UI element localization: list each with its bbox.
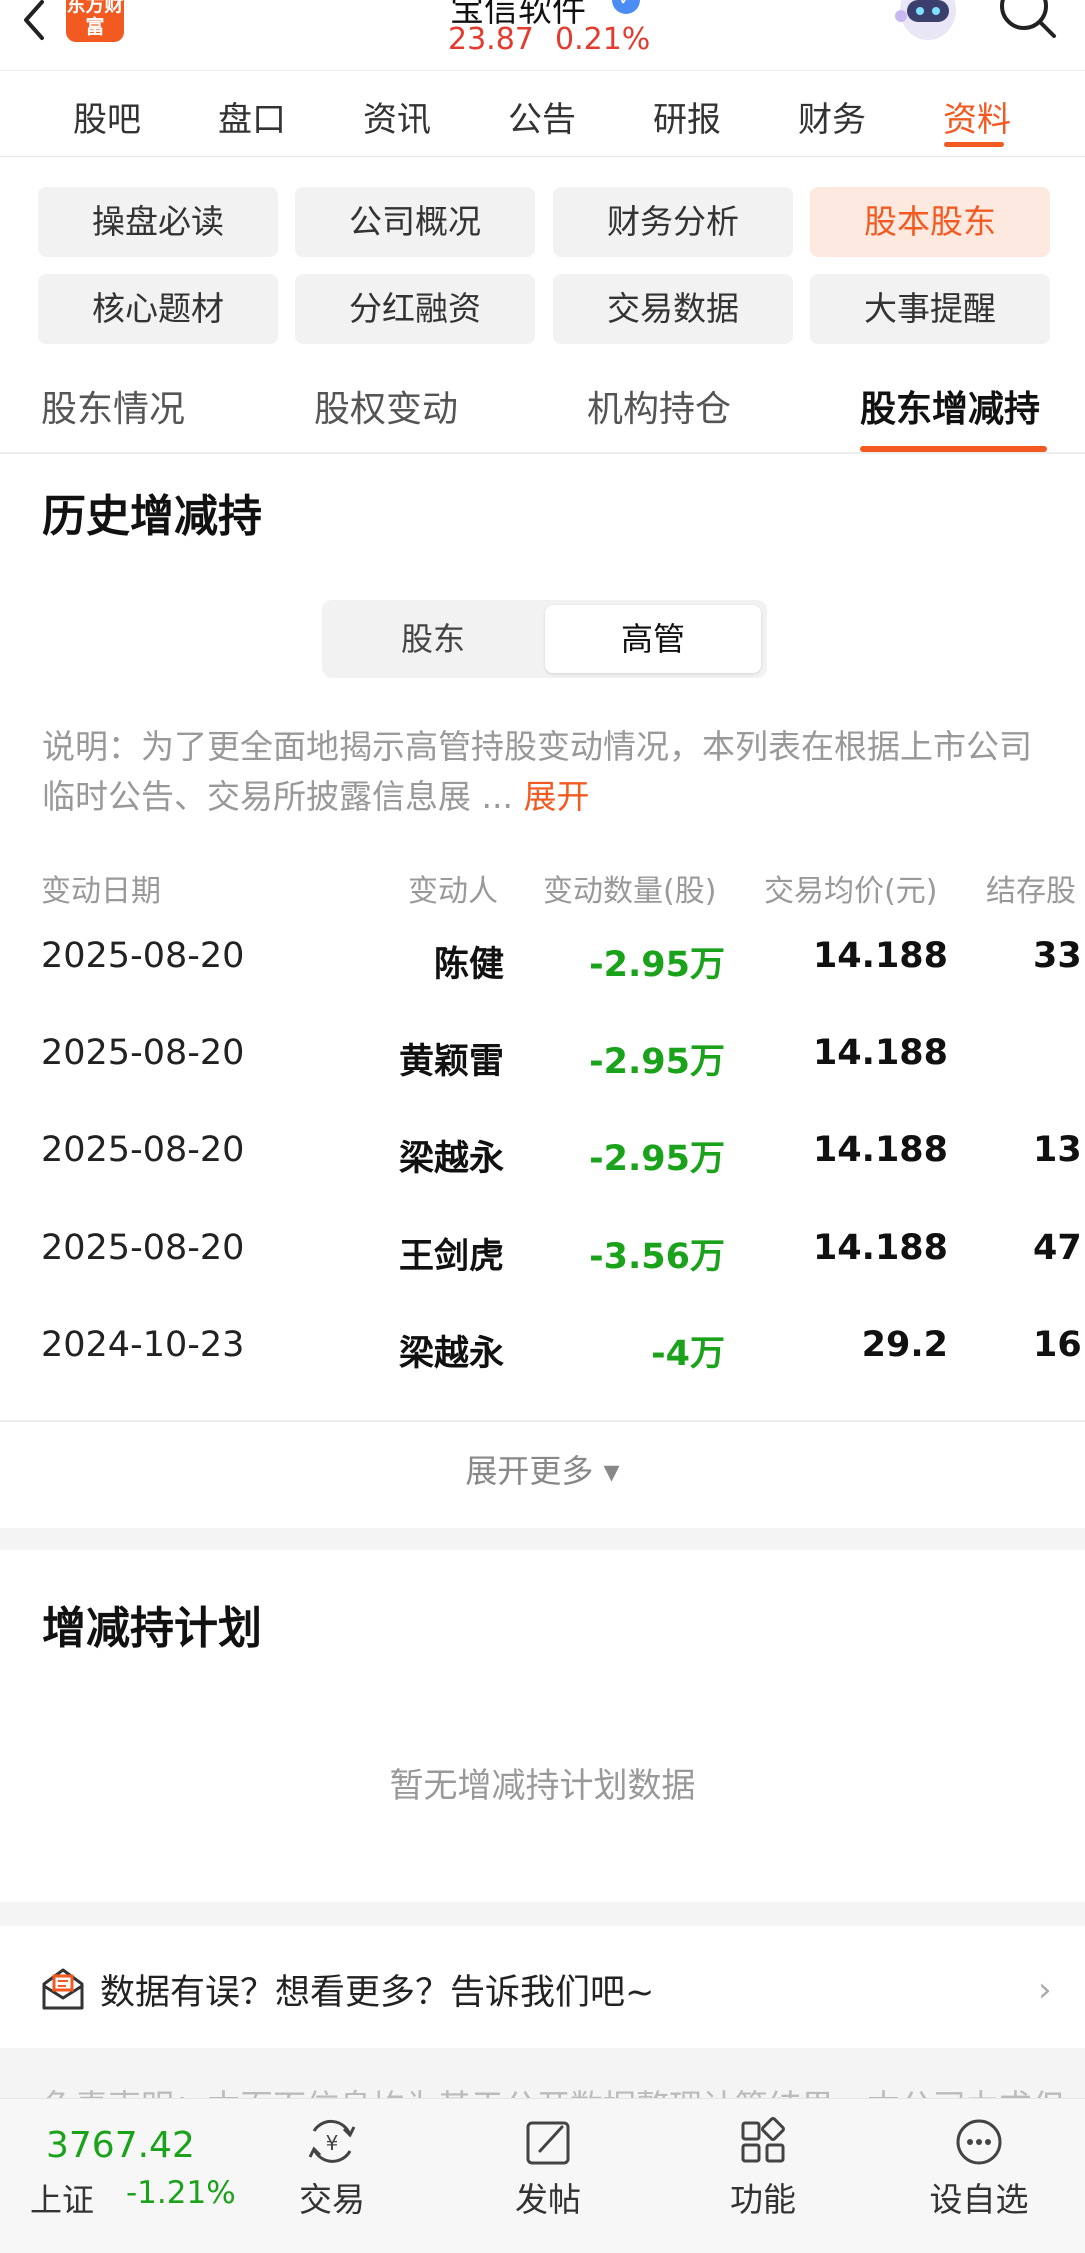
subtab-shareholders[interactable]: 股东情况 [41,380,185,432]
chip-company-overview[interactable]: 公司概况 [295,187,535,257]
grid-functions-icon [741,2117,785,2163]
chip-capital-shareholders[interactable]: 股本股东 [810,187,1050,257]
cell-person: 王剑虎 [398,1237,504,1277]
feedback-text: 数据有误？想看更多？告诉我们吧~ [100,1973,655,2013]
index-value: 3767.42 [46,2125,195,2166]
cell-quantity: -4万 [651,1334,725,1374]
cell-person: 陈健 [433,945,504,985]
nav-trade[interactable]: ¥ 交易 [272,2117,392,2221]
chip-major-events[interactable]: 大事提醒 [810,274,1050,344]
chip-dividend-financing[interactable]: 分红融资 [295,274,535,344]
section-gap [0,1902,1085,1926]
tab-finance[interactable]: 财务 [798,92,866,141]
cell-price: 29.2 [861,1325,948,1365]
stock-price: 23.87 [448,22,534,57]
subtab-institutional-holdings[interactable]: 机构持仓 [587,380,731,432]
col-header-quantity: 变动数量(股) [543,874,717,909]
explanation-note: 说明：为了更全面地揭示高管持股变动情况，本列表在根据上市公司临时公告、交易所披露… [42,722,1052,822]
nav-functions[interactable]: 功能 [703,2117,823,2221]
index-change: -1.21% [126,2175,236,2211]
cell-quantity: -2.95万 [589,1042,725,1082]
cell-date: 2024-10-23 [41,1325,245,1365]
cell-price: 14.188 [812,936,948,976]
expand-note-link[interactable]: 展开 [523,777,589,816]
toggle-shareholder[interactable]: 股东 [322,600,544,678]
nav-trade-label: 交易 [299,2180,365,2219]
cell-remaining: 47. [1033,1228,1085,1268]
svg-text:¥: ¥ [326,2131,339,2155]
cell-price: 14.188 [812,1130,948,1170]
cell-date: 2025-08-20 [41,1228,245,1268]
search-icon[interactable] [998,0,1058,44]
empty-state-text: 暂无增减持计划数据 [389,1766,696,1806]
main-tab-active-indicator [944,142,1004,147]
cell-date: 2025-08-20 [41,936,245,976]
stock-change-pct: 0.21% [555,22,651,57]
tab-announcements[interactable]: 公告 [508,92,576,141]
cell-person: 梁越永 [398,1139,504,1179]
tab-news[interactable]: 资讯 [363,92,431,141]
col-header-person: 变动人 [408,874,498,909]
section-title-plan: 增减持计划 [42,1603,262,1654]
feedback-mail-icon [42,1968,84,2010]
nav-add-watchlist-label: 设自选 [929,2180,1029,2219]
tab-guba[interactable]: 股吧 [73,92,141,141]
back-arrow-icon[interactable] [14,0,54,44]
tab-pankou[interactable]: 盘口 [218,92,286,141]
chip-financial-analysis[interactable]: 财务分析 [553,187,793,257]
cell-quantity: -3.56万 [589,1237,725,1277]
subtab-equity-changes[interactable]: 股权变动 [314,380,458,432]
cell-remaining: 33. [1033,936,1085,976]
section-gap [0,1528,1085,1550]
tab-research[interactable]: 研报 [653,92,721,141]
table-divider [0,1420,1085,1422]
feedback-row[interactable]: 数据有误？想看更多？告诉我们吧~ › [0,1926,1085,2048]
subtab-divider [0,452,1085,454]
more-dots-icon [956,2119,1002,2165]
cell-person: 黄颖雷 [398,1042,504,1082]
cell-person: 梁越永 [398,1334,504,1374]
cell-price: 14.188 [812,1228,948,1268]
expand-more-button[interactable]: 展开更多 ▾ [0,1446,1085,1492]
chip-trading-guide[interactable]: 操盘必读 [38,187,278,257]
holder-type-toggle: 股东 高管 [322,600,767,678]
ai-assistant-icon[interactable] [893,0,963,46]
nav-post[interactable]: 发帖 [488,2117,608,2221]
nav-post-label: 发帖 [515,2180,581,2219]
nav-add-watchlist[interactable]: 设自选 [919,2117,1039,2221]
col-header-avg-price: 交易均价(元) [764,874,938,909]
nav-functions-label: 功能 [730,2180,796,2219]
cell-quantity: -2.95万 [589,945,725,985]
main-tab-bar: 股吧 盘口 资讯 公告 研报 财务 资料 [0,70,1085,157]
trade-icon: ¥ [308,2119,356,2163]
top-header: 东方财富 宝信软件 ✓ 23.87 0.21% [0,0,1085,71]
cell-remaining: 13. [1033,1130,1085,1170]
section-title-history: 历史增减持 [42,491,262,542]
edit-post-icon [526,2121,570,2165]
col-header-date: 变动日期 [41,874,161,909]
col-header-remaining: 结存股 [986,874,1076,909]
cell-quantity: -2.95万 [589,1139,725,1179]
subtab-holding-changes[interactable]: 股东增减持 [860,380,1040,432]
cell-remaining: 16. [1033,1325,1085,1365]
app-logo: 东方财富 [66,0,124,42]
verified-badge-icon: ✓ [612,0,640,14]
index-name: 上证 [30,2181,95,2219]
cell-price: 14.188 [812,1033,948,1073]
cell-date: 2025-08-20 [41,1033,245,1073]
toggle-executive[interactable]: 高管 [545,605,761,673]
chevron-right-icon: › [1038,1970,1052,2010]
bottom-bar: 3767.42 上证 -1.21% ¥ 交易 发帖 功能 设自选 [0,2098,1085,2253]
tab-profile[interactable]: 资料 [943,92,1011,141]
cell-date: 2025-08-20 [41,1130,245,1170]
chip-trading-data[interactable]: 交易数据 [553,274,793,344]
chip-core-themes[interactable]: 核心题材 [38,274,278,344]
